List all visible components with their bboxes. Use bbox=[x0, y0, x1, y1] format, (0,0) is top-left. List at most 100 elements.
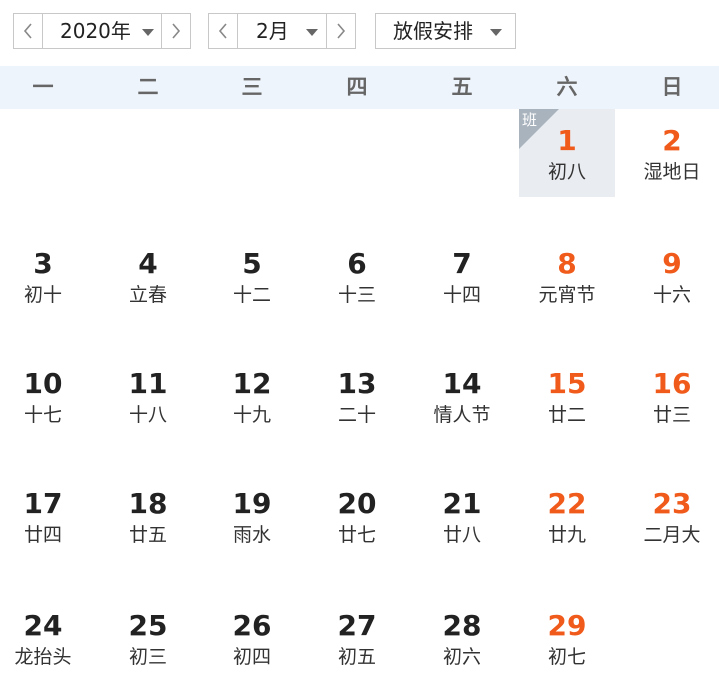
lunar-date-label: 廿八 bbox=[442, 524, 481, 546]
next-month-button[interactable] bbox=[326, 14, 355, 48]
lunar-date-label: 立春 bbox=[128, 284, 167, 306]
weekday-label: 日 bbox=[661, 75, 683, 99]
day-cell[interactable]: 6 十三 bbox=[309, 232, 405, 320]
chevron-left-icon bbox=[218, 23, 227, 39]
weekday-label: 五 bbox=[451, 75, 473, 99]
day-number: 9 bbox=[662, 247, 682, 280]
day-number: 26 bbox=[232, 609, 272, 642]
holiday-schedule-select[interactable]: 放假安排 bbox=[375, 13, 516, 49]
lunar-date-label: 元宵节 bbox=[538, 284, 596, 306]
weekday-header: 一二三四五六日 bbox=[0, 66, 719, 109]
day-cell[interactable]: 19 雨水 bbox=[204, 472, 300, 560]
day-number: 13 bbox=[337, 367, 377, 400]
day-number: 27 bbox=[337, 609, 377, 642]
lunar-date-label: 廿九 bbox=[547, 524, 586, 546]
day-cell[interactable]: 23 二月大 bbox=[624, 472, 719, 560]
lunar-date-label: 湿地日 bbox=[643, 161, 701, 183]
lunar-date-label: 初七 bbox=[547, 646, 586, 668]
day-cell[interactable]: 20 廿七 bbox=[309, 472, 405, 560]
lunar-date-label: 二月大 bbox=[643, 524, 701, 546]
day-number: 8 bbox=[557, 247, 577, 280]
lunar-date-label: 十九 bbox=[232, 404, 271, 426]
lunar-date-label: 情人节 bbox=[433, 404, 491, 426]
day-cell[interactable]: 28 初六 bbox=[414, 594, 510, 682]
lunar-date-label: 廿三 bbox=[652, 404, 691, 426]
day-cell[interactable]: 11 十八 bbox=[100, 352, 196, 440]
day-number: 28 bbox=[442, 609, 482, 642]
day-cell[interactable]: 4 立春 bbox=[100, 232, 196, 320]
day-number: 7 bbox=[452, 247, 472, 280]
prev-year-button[interactable] bbox=[14, 14, 43, 48]
lunar-date-label: 十八 bbox=[128, 404, 167, 426]
day-number: 25 bbox=[128, 609, 168, 642]
lunar-date-label: 十三 bbox=[337, 284, 376, 306]
day-cell[interactable]: 15 廿二 bbox=[519, 352, 615, 440]
caret-down-icon bbox=[490, 29, 502, 36]
day-cell[interactable]: 21 廿八 bbox=[414, 472, 510, 560]
day-cell[interactable]: 17 廿四 bbox=[0, 472, 91, 560]
day-cell[interactable]: 3 初十 bbox=[0, 232, 91, 320]
day-cell[interactable]: 2 湿地日 bbox=[624, 109, 719, 197]
day-number: 12 bbox=[232, 367, 272, 400]
day-cell[interactable]: 10 十七 bbox=[0, 352, 91, 440]
year-value[interactable]: 2020年 bbox=[60, 14, 131, 48]
day-number: 4 bbox=[138, 247, 158, 280]
chevron-right-icon bbox=[172, 23, 181, 39]
lunar-date-label: 十七 bbox=[23, 404, 62, 426]
day-cell[interactable]: 班 1 初八 bbox=[519, 109, 615, 197]
caret-down-icon[interactable] bbox=[142, 29, 154, 36]
lunar-date-label: 雨水 bbox=[232, 524, 271, 546]
lunar-date-label: 二十 bbox=[337, 404, 376, 426]
day-number: 11 bbox=[128, 367, 168, 400]
chevron-left-icon bbox=[23, 23, 32, 39]
holiday-schedule-label: 放假安排 bbox=[393, 19, 473, 43]
lunar-date-label: 初八 bbox=[547, 161, 586, 183]
day-cell[interactable]: 27 初五 bbox=[309, 594, 405, 682]
next-year-button[interactable] bbox=[161, 14, 190, 48]
day-number: 23 bbox=[652, 487, 692, 520]
weekday-label: 四 bbox=[346, 75, 368, 99]
lunar-date-label: 初六 bbox=[442, 646, 481, 668]
day-cell[interactable]: 24 龙抬头 bbox=[0, 594, 91, 682]
lunar-date-label: 龙抬头 bbox=[14, 646, 72, 668]
day-cell[interactable]: 5 十二 bbox=[204, 232, 300, 320]
day-number: 14 bbox=[442, 367, 482, 400]
lunar-date-label: 初五 bbox=[337, 646, 376, 668]
day-cell[interactable]: 12 十九 bbox=[204, 352, 300, 440]
day-cell[interactable]: 22 廿九 bbox=[519, 472, 615, 560]
lunar-date-label: 初十 bbox=[23, 284, 62, 306]
lunar-date-label: 十四 bbox=[442, 284, 481, 306]
day-cell[interactable]: 8 元宵节 bbox=[519, 232, 615, 320]
day-cell[interactable]: 16 廿三 bbox=[624, 352, 719, 440]
day-cell[interactable]: 26 初四 bbox=[204, 594, 300, 682]
calendar-toolbar: 2020年 2月 放假安排 bbox=[0, 0, 719, 64]
day-cell[interactable]: 18 廿五 bbox=[100, 472, 196, 560]
month-value[interactable]: 2月 bbox=[256, 14, 289, 48]
lunar-date-label: 廿五 bbox=[128, 524, 167, 546]
day-number: 6 bbox=[347, 247, 367, 280]
day-cell[interactable]: 9 十六 bbox=[624, 232, 719, 320]
day-number: 5 bbox=[242, 247, 262, 280]
day-cell[interactable]: 7 十四 bbox=[414, 232, 510, 320]
weekday-label: 六 bbox=[556, 75, 578, 99]
day-number: 22 bbox=[547, 487, 587, 520]
chevron-right-icon bbox=[337, 23, 346, 39]
day-number: 24 bbox=[23, 609, 63, 642]
day-number: 18 bbox=[128, 487, 168, 520]
day-cell[interactable]: 25 初三 bbox=[100, 594, 196, 682]
day-number: 1 bbox=[557, 124, 577, 157]
day-cell[interactable]: 14 情人节 bbox=[414, 352, 510, 440]
weekday-label: 二 bbox=[137, 75, 159, 99]
lunar-date-label: 廿二 bbox=[547, 404, 586, 426]
year-picker: 2020年 bbox=[13, 13, 191, 49]
lunar-date-label: 廿七 bbox=[337, 524, 376, 546]
lunar-date-label: 十六 bbox=[652, 284, 691, 306]
day-number: 20 bbox=[337, 487, 377, 520]
day-cell[interactable]: 13 二十 bbox=[309, 352, 405, 440]
caret-down-icon[interactable] bbox=[306, 29, 318, 36]
month-picker: 2月 bbox=[208, 13, 356, 49]
prev-month-button[interactable] bbox=[209, 14, 238, 48]
lunar-date-label: 十二 bbox=[232, 284, 271, 306]
weekday-label: 一 bbox=[32, 75, 54, 99]
day-cell[interactable]: 29 初七 bbox=[519, 594, 615, 682]
